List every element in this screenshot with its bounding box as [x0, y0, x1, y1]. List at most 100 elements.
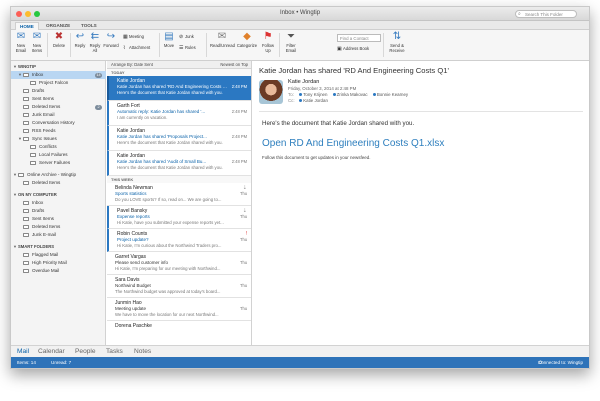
- rules-button[interactable]: ☰ Rules: [179, 45, 196, 51]
- open-document-link[interactable]: Open RD And Engineering Costs Q1.xlsx: [262, 138, 444, 149]
- folder-search-placeholder: Search This Folder: [525, 12, 563, 17]
- attachment-button[interactable]: ⌇ Attachment: [123, 45, 150, 51]
- read-unread-icon: ✉: [217, 31, 227, 43]
- follow-up-button[interactable]: ⚑ Follow Up: [260, 32, 276, 53]
- ribbon-tabs: HOME ORGANIZE TOOLS: [11, 21, 589, 30]
- folder-deleted-items[interactable]: Deleted Items 2: [11, 103, 106, 111]
- folder-label: Conflicts: [39, 144, 57, 149]
- junk-button[interactable]: ⊘ Junk: [179, 34, 194, 40]
- delete-button[interactable]: ✖ Delete: [51, 32, 67, 49]
- tab-home[interactable]: HOME: [15, 22, 39, 30]
- account-header[interactable]: ▼WINGTIP: [11, 63, 106, 71]
- categorize-button[interactable]: ◆ Categorize: [236, 32, 258, 49]
- search-icon: ⌕: [518, 11, 521, 17]
- nav-people[interactable]: People: [75, 348, 96, 355]
- message-item[interactable]: Sara Davis Northwind Budget The Northwin…: [107, 275, 251, 298]
- new-items-button[interactable]: ✉ New Items: [30, 32, 44, 53]
- recipient[interactable]: Bonnie Kearney: [372, 92, 408, 97]
- recipient[interactable]: Katie Jordan: [299, 98, 328, 103]
- reply-icon: ↩: [75, 31, 85, 43]
- folder-rss-feeds[interactable]: RSS Feeds: [11, 127, 106, 135]
- folder-label: Junk E-mail: [32, 232, 56, 237]
- on-my-computer-header[interactable]: ▼ON MY COMPUTER: [11, 191, 106, 199]
- move-button[interactable]: ▤ Move: [162, 32, 176, 49]
- address-book-button[interactable]: ▣Address Book: [337, 46, 369, 52]
- folder-search-input[interactable]: ⌕ Search This Folder: [515, 10, 577, 18]
- folder-icon: [23, 136, 29, 141]
- folder-sent-items[interactable]: Sent Items: [11, 95, 106, 103]
- local-sent-items[interactable]: Sent Items: [11, 215, 106, 223]
- smart-high-priority-mail[interactable]: High Priority Mail: [11, 259, 106, 267]
- reply-all-button[interactable]: ⇇ Reply All: [88, 32, 102, 53]
- online-archive-header[interactable]: ▼ Online Archive - Wingtip: [11, 171, 106, 179]
- folder-icon: [30, 80, 36, 85]
- to-line: To: Tony Krijnen Zrinka Makovac Bonnie K…: [288, 92, 412, 97]
- tab-tools[interactable]: TOOLS: [77, 22, 101, 30]
- folder-icon: [30, 152, 36, 157]
- folder-icon: [23, 120, 29, 125]
- smart-overdue-mail[interactable]: Overdue Mail: [11, 267, 106, 275]
- rss-icon: [23, 128, 29, 133]
- tab-organize[interactable]: ORGANIZE: [42, 22, 74, 30]
- read-unread-button[interactable]: ✉ Read/Unread: [210, 31, 235, 49]
- forward-button[interactable]: ↪ Forward: [103, 32, 119, 49]
- message-item[interactable]: Katie Jordan Katie Jordan has shared 'RD…: [107, 76, 251, 101]
- avatar[interactable]: [259, 80, 283, 104]
- nav-mail[interactable]: Mail: [17, 348, 29, 355]
- folder-server-failures[interactable]: Server Failures: [11, 159, 106, 167]
- message-item[interactable]: Garth Fort Automatic reply: Katie Jordan…: [107, 101, 251, 126]
- nav-tasks[interactable]: Tasks: [106, 348, 123, 355]
- address-book-label: Address Book: [343, 46, 370, 51]
- meeting-button[interactable]: ▦Meeting: [123, 34, 144, 40]
- cc-line: Cc: Katie Jordan: [288, 98, 332, 103]
- folder-inbox[interactable]: ▼ Inbox 14: [11, 71, 106, 79]
- send-receive-button[interactable]: ⇅ Send & Receive: [386, 32, 408, 53]
- reading-date: Friday, October 3, 2014 at 2:48 PM: [288, 86, 357, 91]
- folder-conflicts[interactable]: Conflicts: [11, 143, 106, 151]
- local-drafts[interactable]: Drafts: [11, 207, 106, 215]
- arrange-by-dropdown[interactable]: Arrange By: Date Sent: [111, 62, 153, 67]
- group-header-today[interactable]: TODAY: [107, 69, 251, 76]
- message-item[interactable]: Garret Vargas Please send customer info …: [107, 252, 251, 275]
- message-item[interactable]: Dorena Paschke: [107, 321, 251, 344]
- nav-notes[interactable]: Notes: [134, 348, 151, 355]
- rules-label: Rules: [185, 45, 196, 50]
- presence-icon: [372, 93, 376, 97]
- window-title: Inbox • Wingtip: [279, 10, 321, 16]
- local-deleted-items[interactable]: Deleted Items: [11, 223, 106, 231]
- reply-button[interactable]: ↩ Reply: [73, 32, 87, 49]
- message-item[interactable]: Katie Jordan Katie Jordan has shared 'Pr…: [107, 126, 251, 151]
- message-item[interactable]: Katie Jordan Katie Jordan has shared 'Au…: [107, 151, 251, 176]
- message-item[interactable]: Belinda Newman Sports statistics Do you …: [107, 183, 251, 206]
- message-time: 2:48 PM: [231, 159, 247, 164]
- forward-label: Forward: [103, 43, 119, 48]
- message-preview: Hi Katie, I'm preparing for our meeting …: [115, 265, 221, 271]
- folder-sync-issues[interactable]: ▼ Sync Issues: [11, 135, 106, 143]
- archive-deleted-items[interactable]: Deleted Items: [11, 179, 106, 187]
- folder-drafts[interactable]: Drafts: [11, 87, 106, 95]
- presence-icon: [299, 93, 303, 97]
- folder-junk-email[interactable]: Junk Email: [11, 111, 106, 119]
- nav-calendar[interactable]: Calendar: [38, 348, 65, 355]
- folder-conversation-history[interactable]: Conversation History: [11, 119, 106, 127]
- folder-label: Sent Items: [32, 216, 54, 221]
- smart-flagged-mail[interactable]: Flagged Mail: [11, 251, 106, 259]
- message-item[interactable]: Robin Counts Project update? Hi Katie, I…: [107, 229, 251, 252]
- recipient[interactable]: Tony Krijnen: [299, 92, 327, 97]
- find-contact-input[interactable]: Find a Contact: [337, 34, 381, 42]
- group-header-this-week[interactable]: THIS WEEK: [107, 176, 251, 183]
- recipient[interactable]: Zrinka Makovac: [332, 92, 368, 97]
- presence-icon: [299, 99, 303, 103]
- message-item[interactable]: Junmin Hao Meeting update We have to mov…: [107, 298, 251, 321]
- sort-order-dropdown[interactable]: Newest on Top: [220, 61, 248, 69]
- folder-label: Local Failures: [39, 152, 68, 157]
- message-item[interactable]: Pavel Bansky Expense reports Hi Katie, h…: [107, 206, 251, 229]
- folder-project-falcon[interactable]: Project Falcon: [11, 79, 106, 87]
- new-email-button[interactable]: ✉ New Email: [14, 32, 28, 53]
- reading-sender[interactable]: Katie Jordan: [288, 79, 319, 85]
- smart-folders-header[interactable]: ▼SMART FOLDERS: [11, 243, 106, 251]
- filter-email-button[interactable]: ⏷ Filter Email: [283, 32, 299, 53]
- folder-local-failures[interactable]: Local Failures: [11, 151, 106, 159]
- local-junk-email[interactable]: Junk E-mail: [11, 231, 106, 239]
- local-inbox[interactable]: Inbox: [11, 199, 106, 207]
